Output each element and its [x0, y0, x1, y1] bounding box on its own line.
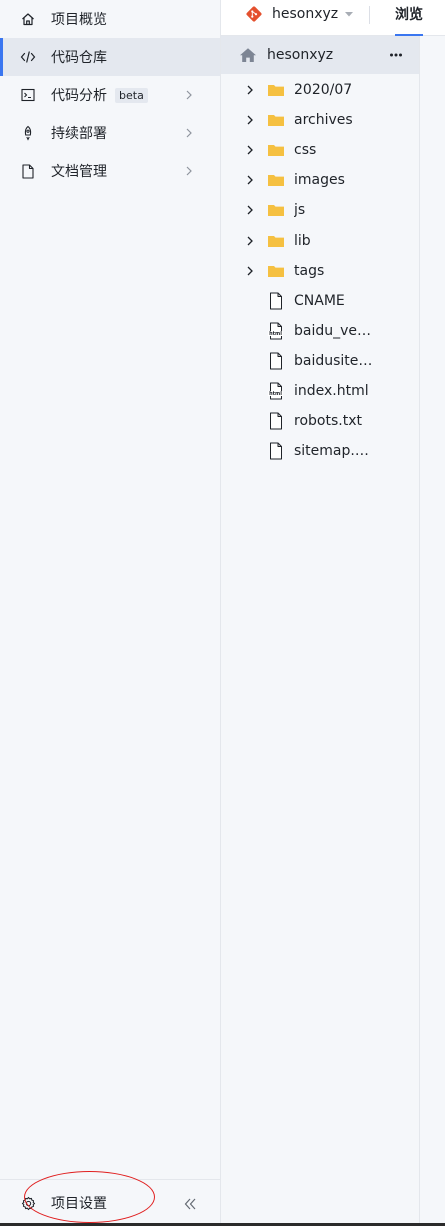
file-row[interactable]: html baidu_verif...	[221, 316, 419, 346]
repo-name: hesonxyz	[272, 6, 339, 22]
code-icon	[20, 49, 36, 65]
chevron-right-icon	[186, 90, 192, 100]
item-name: images	[294, 172, 345, 189]
more-icon[interactable]	[389, 48, 403, 62]
file-icon	[270, 352, 282, 370]
file-row[interactable]: sitemap.xml	[221, 436, 419, 466]
folder-row[interactable]: tags	[221, 256, 419, 286]
chevron-right-icon	[186, 166, 192, 176]
tab-browse[interactable]: 浏览	[395, 4, 423, 36]
chevron-right-icon[interactable]	[244, 113, 256, 127]
item-name: css	[294, 142, 317, 159]
folder-icon	[268, 115, 284, 127]
html-file-icon: html	[268, 322, 283, 340]
app-window: 项目概览 代码仓库 代码分析 beta 持续部署 文档管理 项目设置 heson…	[0, 0, 445, 1226]
home-icon	[20, 11, 36, 27]
sidebar-item-label: 代码分析	[51, 88, 107, 104]
document-icon	[20, 163, 36, 179]
tree-root-label: hesonxyz	[267, 47, 334, 63]
sidebar-item-label: 项目概览	[51, 12, 107, 28]
item-name: baidusitem...	[294, 352, 376, 369]
file-row[interactable]: robots.txt	[221, 406, 419, 436]
folder-row[interactable]: archives	[221, 105, 419, 135]
chevron-right-icon[interactable]	[244, 83, 256, 97]
svg-text:html: html	[269, 391, 282, 397]
folder-icon	[268, 85, 284, 96]
item-name: baidu_verif...	[294, 322, 376, 339]
item-name: sitemap.xml	[294, 443, 376, 460]
project-settings-button[interactable]: 项目设置	[0, 1179, 220, 1226]
file-tree-panel: hesonxyz 2020/07 archives css images js lib ta…	[221, 36, 420, 1226]
sidebar: 项目概览 代码仓库 代码分析 beta 持续部署 文档管理 项目设置	[0, 0, 221, 1226]
item-name: 2020/07	[294, 82, 353, 98]
file-row[interactable]: baidusitem...	[221, 346, 419, 376]
terminal-icon	[20, 87, 36, 103]
git-logo-icon	[246, 6, 262, 22]
chevron-right-icon[interactable]	[244, 234, 256, 248]
item-name: CNAME	[294, 292, 345, 309]
repo-selector[interactable]: hesonxyz	[245, 4, 354, 24]
project-settings-label: 项目设置	[51, 1196, 107, 1212]
item-name: lib	[294, 232, 311, 249]
sidebar-item-overview[interactable]: 项目概览	[0, 0, 220, 38]
folder-icon	[268, 235, 284, 247]
double-chevron-left-icon[interactable]	[182, 1196, 198, 1212]
sidebar-item-label: 文档管理	[51, 164, 107, 180]
divider	[369, 6, 370, 24]
chevron-right-icon[interactable]	[244, 203, 256, 217]
file-icon	[270, 442, 282, 460]
folder-row[interactable]: images	[221, 165, 419, 195]
chevron-right-icon[interactable]	[244, 173, 256, 187]
file-row[interactable]: CNAME	[221, 286, 419, 316]
chevron-right-icon[interactable]	[244, 143, 256, 157]
item-name: tags	[294, 262, 325, 279]
folder-icon	[268, 205, 284, 217]
folder-row[interactable]: js	[221, 195, 419, 225]
folder-icon	[268, 175, 284, 187]
rocket-icon	[20, 125, 36, 141]
top-bar: hesonxyz 浏览	[221, 0, 445, 36]
item-name: robots.txt	[294, 413, 362, 430]
folder-row[interactable]: 2020/07	[221, 75, 419, 105]
sidebar-item-label: 代码仓库	[51, 50, 107, 66]
chevron-right-icon[interactable]	[244, 264, 256, 278]
file-row[interactable]: html index.html	[221, 376, 419, 406]
folder-icon	[268, 145, 284, 157]
folder-icon	[268, 265, 284, 277]
item-name: index.html	[294, 383, 369, 399]
home-icon	[240, 48, 256, 62]
file-icon	[270, 292, 282, 310]
file-icon	[270, 412, 282, 430]
gear-icon	[20, 1195, 36, 1211]
item-name: js	[294, 202, 306, 219]
tree-root[interactable]: hesonxyz	[221, 36, 419, 74]
sidebar-item-repository[interactable]: 代码仓库	[0, 38, 220, 76]
sidebar-item-analysis[interactable]: 代码分析 beta	[0, 76, 220, 114]
chevron-right-icon	[186, 128, 192, 138]
beta-badge: beta	[115, 87, 148, 103]
sidebar-item-label: 持续部署	[51, 126, 107, 142]
svg-text:html: html	[269, 331, 282, 337]
sidebar-item-deploy[interactable]: 持续部署	[0, 114, 220, 152]
sidebar-item-docs[interactable]: 文档管理	[0, 152, 220, 190]
html-file-icon: html	[268, 382, 283, 400]
folder-row[interactable]: lib	[221, 226, 419, 256]
item-name: archives	[294, 112, 353, 129]
caret-down-icon	[345, 12, 354, 17]
folder-row[interactable]: css	[221, 135, 419, 165]
